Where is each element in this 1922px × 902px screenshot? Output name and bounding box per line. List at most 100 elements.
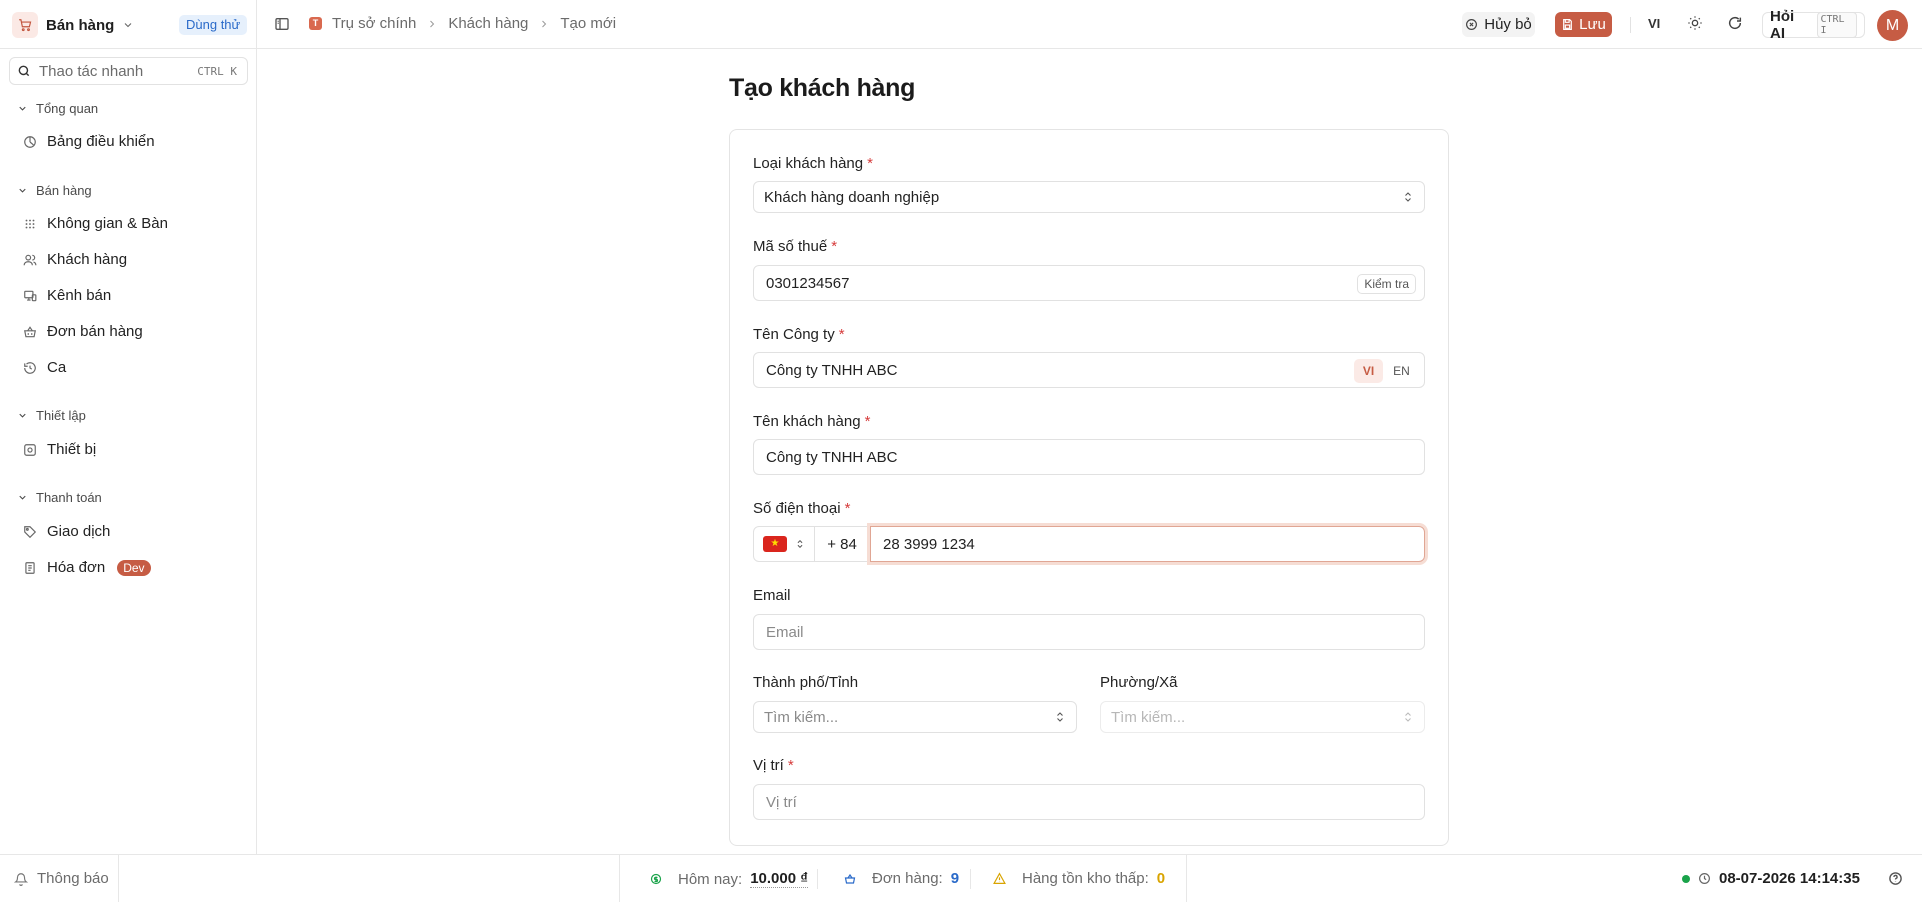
sidebar-item-label: Không gian & Bàn — [47, 215, 168, 232]
tag-icon — [23, 525, 37, 539]
notifications-button[interactable]: Thông báo — [14, 870, 109, 887]
history-icon — [23, 361, 37, 375]
sidebar-item-sales-orders[interactable]: Đơn bán hàng — [23, 323, 143, 340]
sidebar-item-spaces-tables[interactable]: Không gian & Bàn — [23, 215, 168, 232]
group-header-overview[interactable]: Tổng quan — [17, 101, 98, 116]
low-stock-value: 0 — [1156, 870, 1166, 887]
sidebar-item-label: Ca — [47, 359, 67, 376]
tax-code-input[interactable]: 0301234567 Kiểm tra — [753, 265, 1425, 301]
group-title: Bán hàng — [36, 183, 92, 198]
sidebar-item-customers[interactable]: Khách hàng — [23, 251, 127, 268]
clock-icon — [1698, 872, 1711, 885]
footer-divider — [619, 855, 620, 902]
vietnam-flag-icon: ★ — [763, 536, 787, 552]
notifications-label: Thông báo — [37, 870, 109, 887]
tax-code-value: 0301234567 — [766, 274, 850, 292]
chevron-down-icon — [17, 185, 28, 196]
customer-name-input[interactable]: Công ty TNHH ABC — [753, 439, 1425, 475]
language-switcher[interactable]: VI — [1648, 16, 1660, 31]
ask-ai-label: Hỏi AI — [1770, 8, 1795, 42]
sidebar-item-invoices[interactable]: Hóa đơn Dev — [23, 559, 151, 576]
customer-type-select[interactable]: Khách hàng doanh nghiệp — [753, 181, 1425, 213]
breadcrumb-item-customers[interactable]: Khách hàng — [448, 15, 528, 32]
group-title: Thiết lập — [36, 408, 86, 423]
warning-triangle-icon — [993, 872, 1006, 885]
sidebar-item-sales-channels[interactable]: Kênh bán — [23, 287, 111, 304]
quick-search-shortcut: CTRL K — [197, 64, 237, 78]
cancel-button[interactable]: Hủy bỏ — [1462, 12, 1535, 37]
email-field[interactable]: Email — [753, 614, 1425, 650]
dollar-circle-icon — [650, 873, 662, 885]
datetime: 08-07-2026 14:14:35 — [1719, 870, 1860, 887]
email-placeholder: Email — [766, 623, 804, 641]
sidebar-item-transactions[interactable]: Giao dịch — [23, 523, 110, 540]
sidebar-item-devices[interactable]: Thiết bị — [23, 441, 96, 458]
sidebar-item-label: Giao dịch — [47, 523, 111, 540]
basket-icon — [23, 325, 37, 339]
lang-option-en[interactable]: EN — [1387, 359, 1416, 383]
check-tax-code-button[interactable]: Kiểm tra — [1357, 274, 1416, 294]
low-stock-stat[interactable]: Hàng tồn kho thấp: 0 — [993, 870, 1165, 887]
chevron-right-icon — [426, 18, 438, 30]
ward-label: Phường/Xã — [1100, 674, 1178, 691]
company-name-input[interactable]: Công ty TNHH ABC VI EN — [753, 352, 1425, 388]
phone-input[interactable]: 28 3999 1234 — [870, 526, 1425, 562]
quick-search-placeholder: Thao tác nhanh — [39, 62, 144, 80]
avatar[interactable]: M — [1877, 10, 1908, 41]
save-button[interactable]: Lưu — [1555, 12, 1612, 37]
group-title: Tổng quan — [36, 101, 99, 116]
location-label: Vị trí * — [753, 757, 794, 774]
company-name-label: Tên Công ty * — [753, 326, 845, 343]
location-input[interactable]: Vị trí — [753, 784, 1425, 820]
branch-badge: T — [309, 17, 322, 30]
email-label: Email — [753, 587, 791, 604]
footer-divider — [118, 855, 119, 902]
customer-type-label: Loại khách hàng * — [753, 155, 873, 172]
chevron-up-down-icon — [1402, 190, 1414, 204]
sidebar-toggle-icon[interactable] — [274, 16, 292, 34]
cart-icon — [12, 12, 38, 38]
lang-option-vi[interactable]: VI — [1354, 359, 1383, 383]
channel-icon — [23, 289, 37, 303]
chevron-right-icon — [538, 18, 550, 30]
chevron-down-icon — [17, 492, 28, 503]
page-title: Tạo khách hàng — [729, 74, 916, 102]
sidebar-item-label: Khách hàng — [47, 251, 128, 268]
invoice-icon — [23, 561, 37, 575]
quick-search-input[interactable]: Thao tác nhanh CTRL K — [9, 57, 248, 85]
sun-icon[interactable] — [1687, 15, 1705, 33]
orders-stat[interactable]: Đơn hàng: 9 — [844, 870, 959, 887]
chevron-up-down-icon — [795, 537, 805, 551]
ward-select[interactable]: Tìm kiếm... — [1100, 701, 1425, 733]
sidebar-item-shifts[interactable]: Ca — [23, 359, 66, 376]
chevron-up-down-icon — [1402, 710, 1414, 724]
help-icon[interactable] — [1888, 871, 1903, 886]
device-icon — [23, 443, 37, 457]
sidebar-item-label: Kênh bán — [47, 287, 112, 304]
phone-field: ★ + 84 28 3999 1234 — [753, 526, 1425, 562]
sidebar: Thao tác nhanh CTRL K Tổng quan Bảng điề… — [0, 49, 257, 854]
trial-badge: Dùng thử — [179, 15, 248, 35]
sidebar-item-label: Đơn bán hàng — [47, 323, 143, 340]
refresh-icon[interactable] — [1727, 15, 1745, 33]
dashboard-icon — [23, 135, 37, 149]
cancel-label: Hủy bỏ — [1484, 16, 1532, 33]
group-header-settings[interactable]: Thiết lập — [17, 408, 86, 423]
group-header-payments[interactable]: Thanh toán — [17, 490, 102, 505]
footer-divider — [1186, 855, 1187, 902]
group-header-sales[interactable]: Bán hàng — [17, 183, 92, 198]
app-switcher[interactable]: Bán hàng — [12, 12, 134, 38]
toolbar-divider — [1630, 17, 1631, 33]
city-select[interactable]: Tìm kiếm... — [753, 701, 1077, 733]
today-revenue-stat[interactable]: Hôm nay: 10.000 ₫ — [650, 870, 808, 888]
country-select[interactable]: ★ — [753, 526, 815, 562]
breadcrumb-item-branch[interactable]: Trụ sở chính — [332, 15, 416, 32]
ask-ai-button[interactable]: Hỏi AI CTRL I — [1762, 8, 1865, 42]
search-icon — [17, 64, 31, 78]
footer-divider — [970, 869, 971, 889]
save-label: Lưu — [1579, 16, 1606, 33]
orders-value: 9 — [950, 870, 960, 887]
footer-divider — [817, 869, 818, 889]
city-label: Thành phố/Tỉnh — [753, 674, 859, 691]
sidebar-item-dashboard[interactable]: Bảng điều khiển — [23, 133, 155, 150]
